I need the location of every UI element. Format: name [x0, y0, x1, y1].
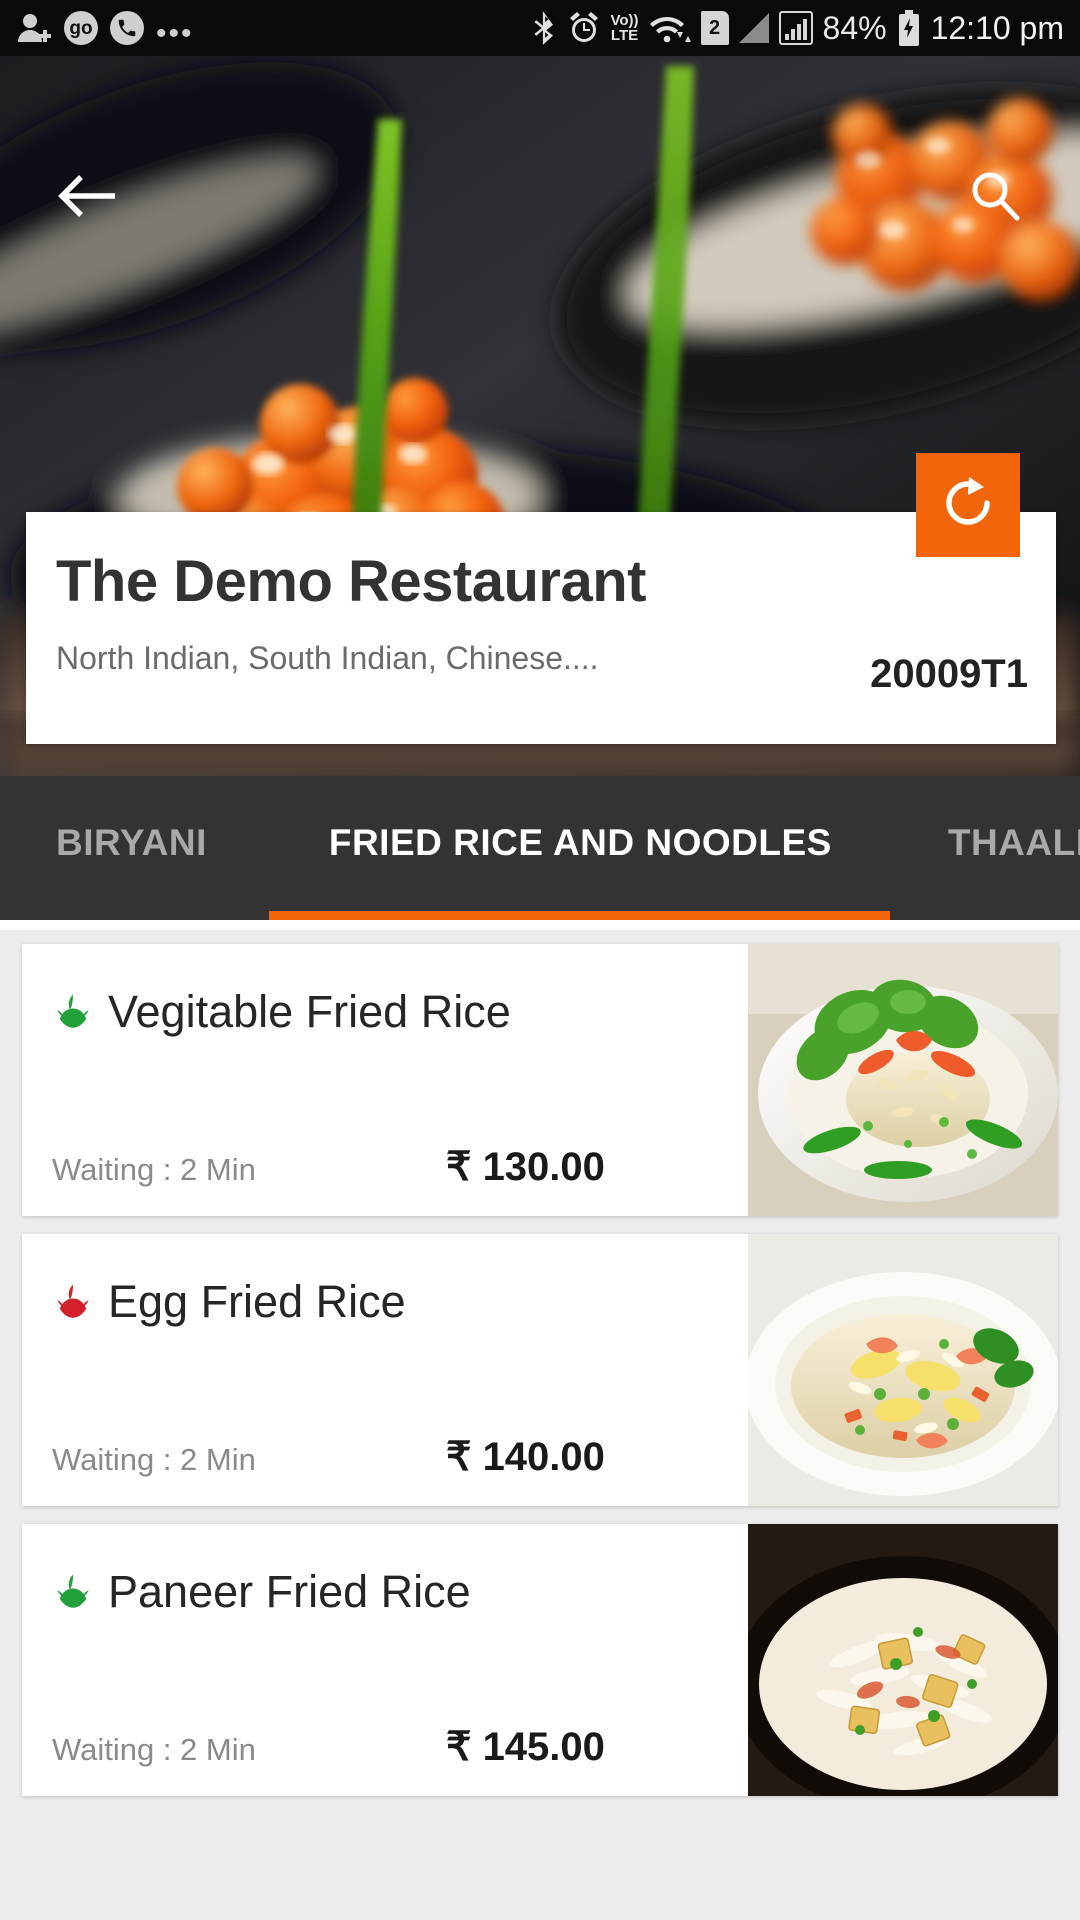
menu-item-card[interactable]: Paneer Fried Rice Waiting : 2 Min ₹ 145.00 — [22, 1524, 1058, 1796]
refresh-icon — [940, 475, 996, 536]
tab-biryani[interactable]: BIRYANI — [0, 776, 269, 920]
menu-item-thumbnail[interactable] — [748, 1524, 1058, 1796]
restaurant-info-card: The Demo Restaurant North Indian, South … — [26, 512, 1056, 744]
status-bar-right-icons: Vo)) LTE 2 84% 12:10 pm — [530, 10, 1064, 47]
menu-item-waiting-time: Waiting : 2 Min — [52, 1732, 256, 1767]
status-bar: go ••• Vo)) LTE 2 84% 12:10 pm — [0, 0, 1080, 56]
app-root: go ••• Vo)) LTE 2 84% 12:10 pm The Demo … — [0, 0, 1080, 1920]
menu-item-header: Paneer Fried Rice — [52, 1566, 471, 1618]
signal-bars-icon — [778, 11, 813, 45]
tab-fried-rice-and-noodles[interactable]: FRIED RICE AND NOODLES — [268, 776, 890, 920]
battery-charging-icon — [897, 10, 921, 46]
menu-item-price: ₹ 145.00 — [446, 1725, 605, 1769]
more-dots-icon: ••• — [156, 17, 194, 50]
menu-item-thumbnail[interactable] — [748, 944, 1058, 1216]
tab-label: BIRYANI — [56, 822, 207, 863]
menu-item-card[interactable]: Vegitable Fried Rice Waiting : 2 Min ₹ 130… — [22, 944, 1058, 1216]
tab-label: FRIED RICE AND NOODLES — [328, 822, 832, 863]
status-bar-left-icons: go ••• — [16, 10, 194, 50]
menu-item-name: Paneer Fried Rice — [108, 1566, 471, 1617]
menu-item-price: ₹ 130.00 — [446, 1145, 605, 1189]
signal-triangle-icon — [738, 13, 769, 43]
menu-item-header: Vegitable Fried Rice — [52, 986, 511, 1038]
hero-action-icons — [0, 56, 1080, 256]
menu-item-header: Egg Fried Rice — [52, 1276, 406, 1328]
menu-item-waiting-time: Waiting : 2 Min — [52, 1442, 256, 1477]
menu-item-waiting-time: Waiting : 2 Min — [52, 1152, 256, 1187]
veg-sprout-icon — [52, 1571, 94, 1613]
restaurant-name: The Demo Restaurant — [56, 549, 646, 614]
bluetooth-icon — [530, 10, 558, 46]
go-app-icon: go — [64, 11, 98, 45]
restaurant-cuisines: North Indian, South Indian, Chinese.... — [56, 640, 599, 676]
category-tab-bar[interactable]: BIRYANI FRIED RICE AND NOODLES THAALI MEAL… — [0, 776, 1080, 920]
refresh-button[interactable] — [916, 453, 1020, 557]
tab-thaali-meals[interactable]: THAALI MEALS — [890, 776, 1080, 920]
menu-item-name: Egg Fried Rice — [108, 1276, 406, 1327]
volte-icon: Vo)) LTE — [610, 12, 639, 44]
clock-label: 12:10 pm — [930, 9, 1064, 46]
category-tabs: BIRYANI FRIED RICE AND NOODLES THAALI MEAL… — [0, 776, 1080, 920]
nonveg-sprout-icon — [52, 1281, 94, 1323]
person-add-icon — [16, 10, 52, 46]
sim2-icon: 2 — [700, 11, 729, 45]
menu-item-card[interactable]: Egg Fried Rice Waiting : 2 Min ₹ 140.00 — [22, 1234, 1058, 1506]
phone-app-icon — [110, 11, 144, 45]
back-button[interactable] — [56, 166, 120, 230]
battery-percent-label: 84% — [822, 9, 887, 46]
menu-item-list[interactable]: Vegitable Fried Rice Waiting : 2 Min ₹ 130… — [0, 930, 1080, 1920]
table-code-label: 20009T1 — [870, 652, 1028, 696]
menu-item-name: Vegitable Fried Rice — [108, 986, 511, 1037]
alarm-icon — [568, 11, 600, 45]
menu-item-thumbnail[interactable] — [748, 1234, 1058, 1506]
veg-sprout-icon — [52, 991, 94, 1033]
search-button[interactable] — [960, 164, 1030, 234]
tab-label: THAALI MEALS — [947, 822, 1080, 863]
search-icon — [965, 167, 1025, 232]
wifi-icon — [649, 11, 691, 45]
menu-item-price: ₹ 140.00 — [446, 1435, 605, 1479]
active-tab-indicator — [268, 911, 890, 920]
arrow-left-icon — [57, 171, 119, 226]
